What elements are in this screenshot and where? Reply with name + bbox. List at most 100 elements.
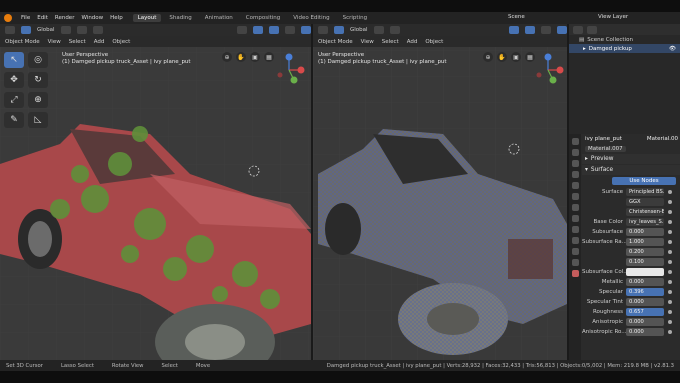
keyframe-dot-icon[interactable] — [668, 320, 672, 324]
preview-section[interactable]: ▸ Preview — [582, 154, 680, 164]
keyframe-dot-icon[interactable] — [668, 200, 672, 204]
property-value-field[interactable]: 0.000 — [626, 318, 664, 326]
overlay-toggle-icon[interactable] — [269, 26, 279, 34]
menu-select[interactable]: Select — [382, 39, 399, 45]
shading-solid-icon[interactable] — [301, 26, 311, 34]
object-tab-icon[interactable] — [571, 204, 579, 211]
menu-file[interactable]: File — [21, 15, 30, 21]
blender-logo-icon[interactable] — [4, 14, 12, 22]
material-selector[interactable]: Material.007 — [582, 144, 680, 153]
output-tab-icon[interactable] — [571, 160, 579, 167]
editor-type-icon[interactable] — [318, 26, 328, 34]
select-box-icon[interactable] — [21, 26, 31, 34]
snap-icon[interactable] — [389, 26, 400, 34]
editor-type-icon[interactable] — [5, 26, 15, 34]
shading-material-icon[interactable] — [557, 26, 567, 34]
property-value-field[interactable]: ivy_leaves_S... — [626, 218, 664, 226]
tool-tab-icon[interactable] — [571, 138, 579, 145]
property-value-field[interactable]: Principled BS... — [626, 188, 664, 196]
property-value-field[interactable]: GGX — [626, 198, 664, 206]
property-value-field[interactable]: 0.657 — [626, 308, 664, 316]
transform-tool-icon[interactable]: ⊕ — [28, 92, 48, 108]
property-value-field[interactable]: Christensen-B... — [626, 208, 664, 216]
property-value-field[interactable]: 0.000 — [626, 298, 664, 306]
shading-solid-icon[interactable] — [541, 26, 551, 34]
keyframe-dot-icon[interactable] — [668, 220, 672, 224]
keyframe-dot-icon[interactable] — [668, 290, 672, 294]
keyframe-dot-icon[interactable] — [668, 300, 672, 304]
gizmo-toggle-icon[interactable] — [509, 26, 519, 34]
perspective-icon[interactable]: ▦ — [525, 52, 535, 62]
orientation-dropdown[interactable]: Global — [37, 27, 55, 33]
pan-icon[interactable]: ✋ — [236, 52, 246, 62]
tab-shading[interactable]: Shading — [164, 14, 196, 22]
move-tool-icon[interactable]: ✥ — [4, 72, 24, 88]
pivot-icon[interactable] — [373, 26, 384, 34]
menu-object[interactable]: Object — [112, 39, 130, 45]
physics-tab-icon[interactable] — [571, 237, 579, 244]
keyframe-dot-icon[interactable] — [668, 330, 672, 334]
filter-icon[interactable] — [587, 25, 597, 34]
constraints-tab-icon[interactable] — [571, 248, 579, 255]
keyframe-dot-icon[interactable] — [668, 250, 672, 254]
measure-tool-icon[interactable]: ◺ — [28, 112, 48, 128]
keyframe-dot-icon[interactable] — [668, 190, 672, 194]
viewport-right[interactable]: Global Object Mode View Select Add Objec… — [313, 24, 567, 360]
menu-view[interactable]: View — [361, 39, 374, 45]
property-value-field[interactable]: 0.200 — [626, 248, 664, 256]
render-tab-icon[interactable] — [571, 149, 579, 156]
data-tab-icon[interactable] — [571, 259, 579, 266]
keyframe-dot-icon[interactable] — [668, 310, 672, 314]
navigation-gizmo-icon[interactable] — [531, 53, 565, 87]
menu-view[interactable]: View — [48, 39, 61, 45]
world-tab-icon[interactable] — [571, 193, 579, 200]
perspective-icon[interactable]: ▦ — [264, 52, 274, 62]
property-value-field[interactable]: 0.000 — [626, 328, 664, 336]
zoom-icon[interactable]: ⊕ — [483, 52, 493, 62]
modifier-tab-icon[interactable] — [571, 215, 579, 222]
shading-wire-icon[interactable] — [285, 26, 295, 34]
material-name[interactable]: Material.007 — [585, 145, 626, 152]
keyframe-dot-icon[interactable] — [668, 240, 672, 244]
menu-object[interactable]: Object — [425, 39, 443, 45]
view-layer-tab-icon[interactable] — [571, 171, 579, 178]
keyframe-dot-icon[interactable] — [668, 230, 672, 234]
property-value-field[interactable]: 0.000 — [626, 278, 664, 286]
annotate-tool-icon[interactable]: ✎ — [4, 112, 24, 128]
gizmo-toggle-icon[interactable] — [253, 26, 263, 34]
property-value-field[interactable]: 0.396 — [626, 288, 664, 296]
zoom-icon[interactable]: ⊕ — [222, 52, 232, 62]
surface-section[interactable]: ▾ Surface — [582, 165, 680, 175]
rotate-tool-icon[interactable]: ↻ — [28, 72, 48, 88]
menu-render[interactable]: Render — [55, 15, 75, 21]
orientation-dropdown[interactable]: Global — [350, 27, 368, 33]
scene-tab-icon[interactable] — [571, 182, 579, 189]
property-value-field[interactable]: 0.100 — [626, 258, 664, 266]
select-box-icon[interactable] — [334, 26, 344, 34]
keyframe-dot-icon[interactable] — [668, 260, 672, 264]
select-tool-icon[interactable]: ↖ — [4, 52, 24, 68]
proportional-edit-icon[interactable] — [92, 26, 103, 34]
outliner-collection[interactable]: ▤ Scene Collection — [569, 35, 680, 44]
keyframe-dot-icon[interactable] — [668, 210, 672, 214]
menu-edit[interactable]: Edit — [37, 15, 48, 21]
tab-layout[interactable]: Layout — [132, 14, 162, 22]
property-value-field[interactable] — [626, 268, 664, 276]
navigation-gizmo-icon[interactable] — [272, 53, 306, 87]
eye-icon[interactable]: 👁 — [669, 46, 676, 52]
visibility-icon[interactable] — [237, 26, 247, 34]
outliner-type-icon[interactable] — [573, 25, 583, 34]
camera-icon[interactable]: ▣ — [511, 52, 521, 62]
expand-arrow-icon[interactable]: ▸ — [583, 46, 586, 52]
menu-window[interactable]: Window — [81, 15, 103, 21]
menu-select[interactable]: Select — [69, 39, 86, 45]
pan-icon[interactable]: ✋ — [497, 52, 507, 62]
property-value-field[interactable]: 1.000 — [626, 238, 664, 246]
outliner-object[interactable]: ▸ Damged pickup 👁 — [569, 44, 680, 53]
tab-compositing[interactable]: Compositing — [241, 14, 285, 22]
menu-add[interactable]: Add — [94, 39, 105, 45]
view-layer-selector[interactable]: View Layer — [598, 14, 628, 20]
pivot-icon[interactable] — [60, 26, 71, 34]
keyframe-dot-icon[interactable] — [668, 280, 672, 284]
scene-selector[interactable]: Scene — [508, 14, 525, 20]
